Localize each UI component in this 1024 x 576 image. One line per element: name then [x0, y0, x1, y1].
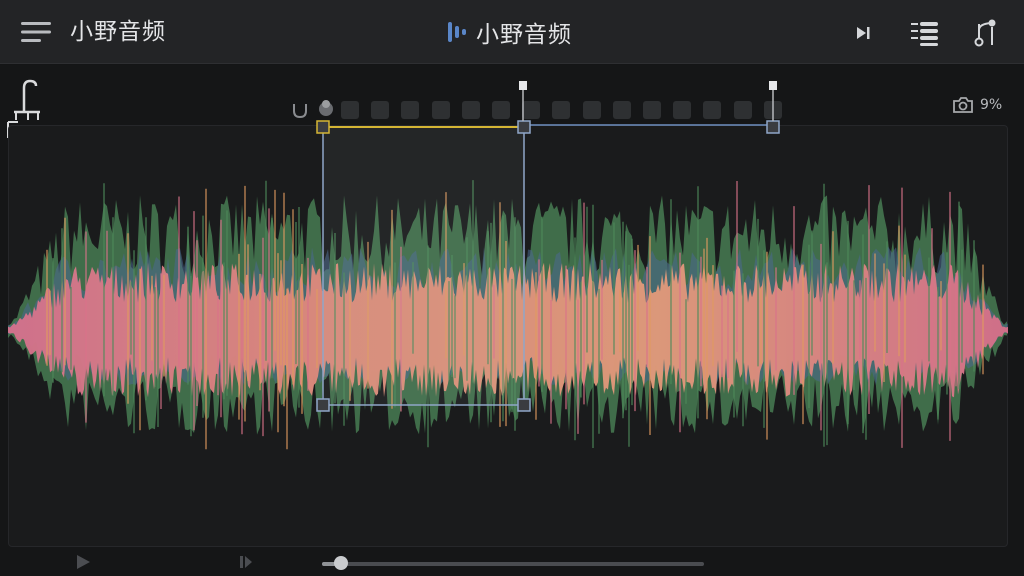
region-end-handle[interactable]	[766, 120, 780, 134]
selection-handle-top-right[interactable]	[517, 120, 531, 134]
end-pin[interactable]	[769, 81, 777, 121]
selection-handle-top-left[interactable]	[316, 120, 330, 134]
play-icon[interactable]	[74, 553, 92, 571]
playhead-pin[interactable]	[519, 81, 527, 121]
progress-thumb[interactable]	[334, 556, 349, 570]
pause-icon[interactable]	[237, 553, 255, 571]
selection-handle-bottom-right[interactable]	[517, 398, 531, 412]
selection-handle-bottom-left[interactable]	[316, 398, 330, 412]
waveform-display[interactable]	[0, 0, 1024, 576]
progress-slider[interactable]	[322, 562, 704, 566]
